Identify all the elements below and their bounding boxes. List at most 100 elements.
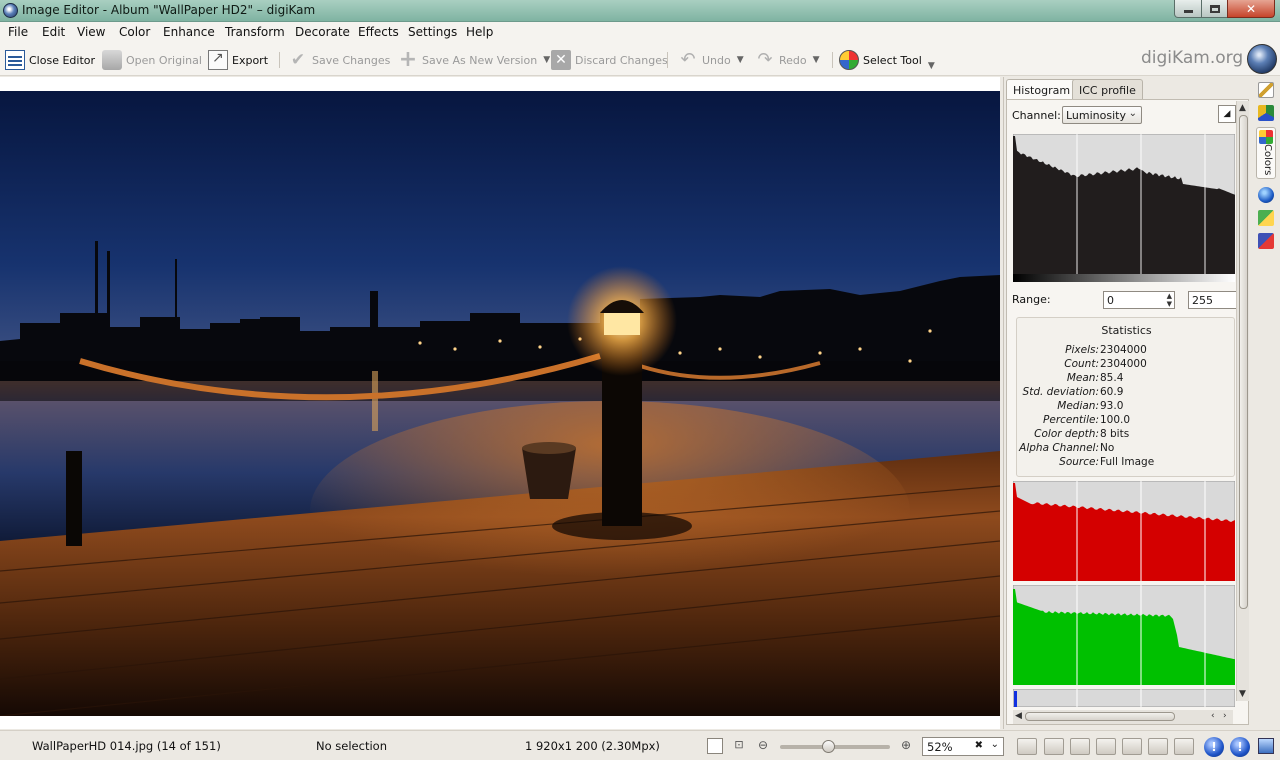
pencil-icon[interactable] xyxy=(1258,82,1274,98)
menu-settings[interactable]: Settings xyxy=(408,25,457,39)
maximize-button[interactable] xyxy=(1201,0,1228,18)
undo-button[interactable]: ↶ Undo ▼ xyxy=(678,48,744,72)
save-as-new-version-label: Save As New Version xyxy=(422,53,538,67)
channel-select-value: Luminosity xyxy=(1066,108,1126,122)
save-as-new-version-button[interactable]: + Save As New Version ▼ xyxy=(398,48,550,72)
close-editor-label: Close Editor xyxy=(29,53,96,67)
chevron-down-icon[interactable]: ▼ xyxy=(813,55,820,65)
edited-photo[interactable] xyxy=(0,91,1000,716)
menu-help[interactable]: Help xyxy=(466,25,493,39)
tab-icc-profile[interactable]: ICC profile xyxy=(1072,79,1143,100)
split-view-button[interactable] xyxy=(1070,738,1090,755)
close-editor-button[interactable]: Close Editor xyxy=(5,48,95,72)
menu-view[interactable]: View xyxy=(77,25,105,39)
split-view-button[interactable] xyxy=(1148,738,1168,755)
scroll-left-icon[interactable]: ◀ xyxy=(1015,711,1022,721)
zoom-level-value: 52% xyxy=(927,739,953,754)
split-view-button[interactable] xyxy=(1044,738,1064,755)
channel-label: Channel: xyxy=(1012,109,1061,122)
statistics-value: 100.0 xyxy=(1100,414,1131,426)
scroll-down-icon[interactable]: ▼ xyxy=(1239,689,1246,699)
minimize-button[interactable] xyxy=(1174,0,1202,18)
blue-channel-histogram xyxy=(1013,689,1235,707)
tools-icon[interactable] xyxy=(1258,233,1274,249)
menu-transform[interactable]: Transform xyxy=(225,25,285,39)
menu-file[interactable]: File xyxy=(8,25,28,39)
spinner-arrows-icon[interactable]: ▲ ▼ xyxy=(1167,292,1172,308)
menu-effects[interactable]: Effects xyxy=(358,25,399,39)
zoom-fit-icon[interactable]: ⊡ xyxy=(731,738,747,754)
green-channel-histogram xyxy=(1013,585,1235,685)
range-min-input[interactable]: 0 ▲ ▼ xyxy=(1103,291,1175,309)
status-dimensions: 1 920x1 200 (2.30Mpx) xyxy=(525,739,660,753)
geolocation-icon[interactable] xyxy=(1258,187,1274,203)
export-label: Export xyxy=(232,53,269,67)
statistics-value: 93.0 xyxy=(1100,400,1124,412)
status-bar: WallPaperHD 014.jpg (14 of 151) No selec… xyxy=(0,730,1280,760)
scroll-left-icon[interactable]: ‹ xyxy=(1211,711,1215,721)
plus-icon: + xyxy=(398,47,418,72)
palette-icon xyxy=(839,50,859,70)
scroll-right-icon[interactable]: › xyxy=(1223,711,1227,721)
select-tool-label: Select Tool xyxy=(863,53,922,67)
menu-enhance[interactable]: Enhance xyxy=(163,25,215,39)
open-original-button[interactable]: Open Original xyxy=(102,48,202,72)
split-view-button[interactable] xyxy=(1174,738,1194,755)
statistics-box: Statistics Pixels: 2304000 Count: 2304000 Me… xyxy=(1016,317,1235,477)
menu-edit[interactable]: Edit xyxy=(42,25,65,39)
zoom-level-select[interactable]: 52% ✖ ⌄ xyxy=(922,737,1004,756)
right-sidebar: Histogram ICC profile Channel: Luminosit… xyxy=(1003,77,1250,729)
horizontal-scrollbar[interactable]: ◀ ‹ › xyxy=(1013,710,1233,724)
split-view-button[interactable] xyxy=(1017,738,1037,755)
toolbar-separator xyxy=(667,52,668,68)
statistics-key: Std. deviation: xyxy=(1022,386,1099,398)
statistics-key: Color depth: xyxy=(1034,428,1099,440)
minimize-icon xyxy=(1183,10,1193,13)
tab-histogram[interactable]: Histogram xyxy=(1006,79,1078,100)
close-window-button[interactable]: ✕ xyxy=(1227,0,1275,18)
split-view-button[interactable] xyxy=(1096,738,1116,755)
zoom-slider-handle[interactable] xyxy=(822,740,835,753)
chevron-down-icon[interactable]: ▼ xyxy=(737,55,744,65)
color-management-icon[interactable] xyxy=(1258,738,1274,754)
redo-button[interactable]: ↷ Redo ▼ xyxy=(755,48,820,72)
side-tab-colors[interactable]: Colors xyxy=(1256,127,1276,179)
under-exposure-indicator-icon[interactable]: ! xyxy=(1204,737,1224,757)
zoom-out-icon[interactable]: ⊖ xyxy=(755,738,771,754)
split-view-button[interactable] xyxy=(1122,738,1142,755)
select-tool-button[interactable]: Select Tool ▼ xyxy=(839,48,935,72)
statistics-key: Percentile: xyxy=(1043,414,1099,426)
chevron-down-icon[interactable]: ▼ xyxy=(928,61,935,71)
statistics-value: Full Image xyxy=(1100,456,1155,468)
discard-changes-button[interactable]: ✕ Discard Changes xyxy=(551,48,668,72)
metadata-icon[interactable] xyxy=(1258,105,1274,121)
vertical-scrollbar[interactable]: ▲ ▼ xyxy=(1236,101,1249,701)
vertical-scroll-thumb[interactable] xyxy=(1239,115,1248,609)
clear-icon[interactable]: ✖ xyxy=(975,740,983,751)
tags-icon[interactable] xyxy=(1258,210,1274,226)
undo-label: Undo xyxy=(702,53,731,67)
under-exposure-toggle-icon[interactable] xyxy=(707,738,723,754)
menu-decorate[interactable]: Decorate xyxy=(295,25,350,39)
zoom-in-icon[interactable]: ⊕ xyxy=(898,738,914,754)
statistics-title: Statistics xyxy=(1101,324,1152,337)
export-button[interactable]: Export xyxy=(208,48,268,72)
range-max-input[interactable]: 255 xyxy=(1188,291,1236,309)
statistics-value: 2304000 xyxy=(1100,344,1147,356)
horizontal-scroll-thumb[interactable] xyxy=(1025,712,1175,721)
statistics-row: Percentile: 100.0 xyxy=(1017,414,1236,428)
chevron-down-icon[interactable]: ▼ xyxy=(543,55,550,65)
channel-select[interactable]: Luminosity ⌄ xyxy=(1062,106,1142,124)
over-exposure-indicator-icon[interactable]: ! xyxy=(1230,737,1250,757)
statistics-value: 8 bits xyxy=(1100,428,1130,440)
statistics-key: Alpha Channel: xyxy=(1019,442,1099,454)
save-changes-button[interactable]: ✔ Save Changes xyxy=(288,48,390,72)
chevron-down-icon[interactable]: ⌄ xyxy=(991,739,999,750)
scroll-up-icon[interactable]: ▲ xyxy=(1239,103,1246,113)
image-canvas[interactable] xyxy=(0,77,1000,729)
histogram-scale-icon[interactable]: ◢ xyxy=(1218,105,1236,123)
close-editor-icon xyxy=(5,50,25,70)
menu-color[interactable]: Color xyxy=(119,25,150,39)
zoom-slider[interactable] xyxy=(780,740,890,753)
statistics-row: Median: 93.0 xyxy=(1017,400,1236,414)
